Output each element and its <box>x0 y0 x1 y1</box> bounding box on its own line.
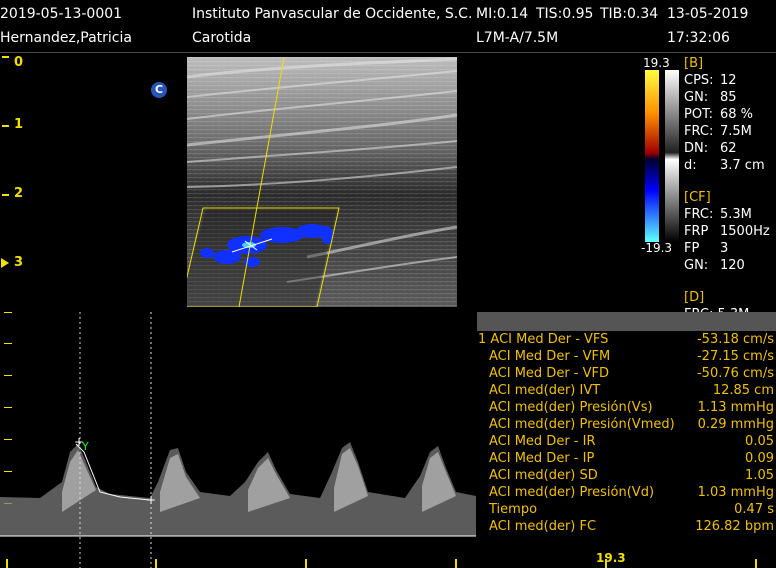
param-key: FRC: <box>684 207 714 222</box>
measurement-value: 1.05 <box>745 468 774 483</box>
param-key: FRP <box>684 224 709 239</box>
measurement-row[interactable]: ACI med(der) Presión(Vd) 1.03 mmHg <box>478 485 776 502</box>
color-scale-bottom: -19.3 <box>641 241 673 255</box>
measurement-label: Tiempo <box>489 502 538 517</box>
param-value: 3 <box>720 241 729 256</box>
measurement-value: 0.05 <box>745 434 774 449</box>
peak-marker-icon[interactable]: Y <box>81 440 89 453</box>
mechanical-index: MI:0.14 <box>476 6 529 22</box>
b-mode-params-header: [B] <box>684 56 704 71</box>
velocity-scale-max: 19.3 <box>596 551 626 565</box>
measurement-value: -27.15 cm/s <box>696 349 774 364</box>
depth-label-3: 3 <box>14 255 24 270</box>
measurement-value: 0.09 <box>745 451 774 466</box>
measurement-row[interactable]: ACI Med Der - VFD -50.76 cm/s <box>478 366 776 383</box>
measurement-label: ACI Med Der - VFD <box>489 366 609 381</box>
time-tick <box>155 559 157 568</box>
param-value: 62 <box>720 141 737 156</box>
measurement-row[interactable]: ACI Med Der - VFM -27.15 cm/s <box>478 349 776 366</box>
exam-date: 13-05-2019 <box>667 6 749 22</box>
measurement-value: 0.29 mmHg <box>697 417 774 432</box>
caliper-cross-icon[interactable]: + <box>146 493 156 507</box>
param-key: CPS: <box>684 73 714 88</box>
param-value: 68 % <box>720 107 754 122</box>
measurement-value: 1.13 mmHg <box>697 400 774 415</box>
ultrasound-screen: { "header": { "exam_id": "2019-05-13-000… <box>0 0 776 568</box>
depth-label-0: 0 <box>14 55 24 70</box>
depth-tick <box>2 56 9 58</box>
measurement-label: ACI Med Der - IR <box>489 434 596 449</box>
measurements-header-bar <box>477 312 776 331</box>
param-value: 120 <box>720 258 745 273</box>
measurement-label: ACI med(der) Presión(Vd) <box>489 485 655 500</box>
measurement-row[interactable]: ACI med(der) SD 1.05 <box>478 468 776 485</box>
focus-marker-icon[interactable] <box>1 258 9 268</box>
param-key: FRC: <box>684 124 714 139</box>
measurement-row[interactable]: 1 ACI Med Der - VFS -53.18 cm/s <box>478 332 776 349</box>
param-key: DN: <box>684 141 709 156</box>
depth-tick <box>2 194 9 196</box>
param-key: GN: <box>684 258 709 273</box>
institution-name: Instituto Panvascular de Occidente, S.C. <box>192 6 473 22</box>
probe-name: L7M-A/7.5M <box>476 30 559 46</box>
depth-tick <box>2 125 9 127</box>
measurement-label: ACI Med Der - IP <box>489 451 595 466</box>
doppler-spectrum[interactable]: + Y + <box>0 312 476 568</box>
measurement-value: 12.85 cm <box>712 383 774 398</box>
measurement-value: -53.18 cm/s <box>696 332 774 347</box>
measurement-label: 1 ACI Med Der - VFS <box>478 332 609 347</box>
param-value: 7.5M <box>720 124 752 139</box>
image-marker-badge: C <box>151 82 167 98</box>
measurement-row[interactable]: ACI med(der) IVT 12.85 cm <box>478 383 776 400</box>
measurement-row[interactable]: ACI med(der) Presión(Vs) 1.13 mmHg <box>478 400 776 417</box>
time-tick <box>455 559 457 568</box>
param-value: 5.3M <box>720 207 752 222</box>
measurement-label: ACI med(der) IVT <box>489 383 601 398</box>
gray-scale-bar <box>665 70 679 242</box>
param-value: 85 <box>720 90 737 105</box>
b-mode-image[interactable] <box>187 57 457 307</box>
study-name: Carotida <box>192 30 252 46</box>
velocity-scale <box>4 312 12 504</box>
measurement-value: -50.76 cm/s <box>696 366 774 381</box>
param-key: FP <box>684 241 700 256</box>
measurement-label: ACI med(der) Presión(Vmed) <box>489 417 675 432</box>
thermal-index-bone: TIB:0.34 <box>600 6 659 22</box>
measurement-value: 1.03 mmHg <box>697 485 774 500</box>
measurement-row[interactable]: ACI Med Der - IP 0.09 <box>478 451 776 468</box>
thermal-index-soft: TIS:0.95 <box>536 6 594 22</box>
exam-time: 17:32:06 <box>667 30 730 46</box>
measurement-value: 126.82 bpm <box>695 519 774 534</box>
depth-label-1: 1 <box>14 117 24 132</box>
param-value: 1500Hz <box>720 224 770 239</box>
measurement-label: ACI med(der) FC <box>489 519 597 534</box>
time-tick <box>6 559 8 568</box>
param-key: POT: <box>684 107 713 122</box>
exam-id: 2019-05-13-0001 <box>0 6 123 22</box>
time-tick <box>305 559 307 568</box>
measurement-label: ACI med(der) SD <box>489 468 598 483</box>
measurement-row[interactable]: ACI med(der) FC 126.82 bpm <box>478 519 776 536</box>
measurement-label: ACI Med Der - VFM <box>489 349 611 364</box>
measurement-value: 0.47 s <box>734 502 774 517</box>
measurement-label: ACI med(der) Presión(Vs) <box>489 400 653 415</box>
param-value: 3.7 cm <box>720 158 765 173</box>
patient-name: Hernandez,Patricia <box>0 30 132 46</box>
param-value: 12 <box>720 73 737 88</box>
param-key: d: <box>684 158 697 173</box>
header-divider <box>0 52 776 53</box>
time-tick <box>755 559 757 568</box>
color-scale-top: 19.3 <box>643 56 670 70</box>
measurement-row[interactable]: ACI Med Der - IR 0.05 <box>478 434 776 451</box>
depth-label-2: 2 <box>14 186 24 201</box>
param-key: GN: <box>684 90 709 105</box>
doppler-params-header: [D] <box>684 290 705 305</box>
measurement-row[interactable]: ACI med(der) Presión(Vmed) 0.29 mmHg <box>478 417 776 434</box>
color-flow-scale <box>645 70 659 242</box>
measurement-row[interactable]: Tiempo 0.47 s <box>478 502 776 519</box>
color-flow-params-header: [CF] <box>684 190 711 205</box>
